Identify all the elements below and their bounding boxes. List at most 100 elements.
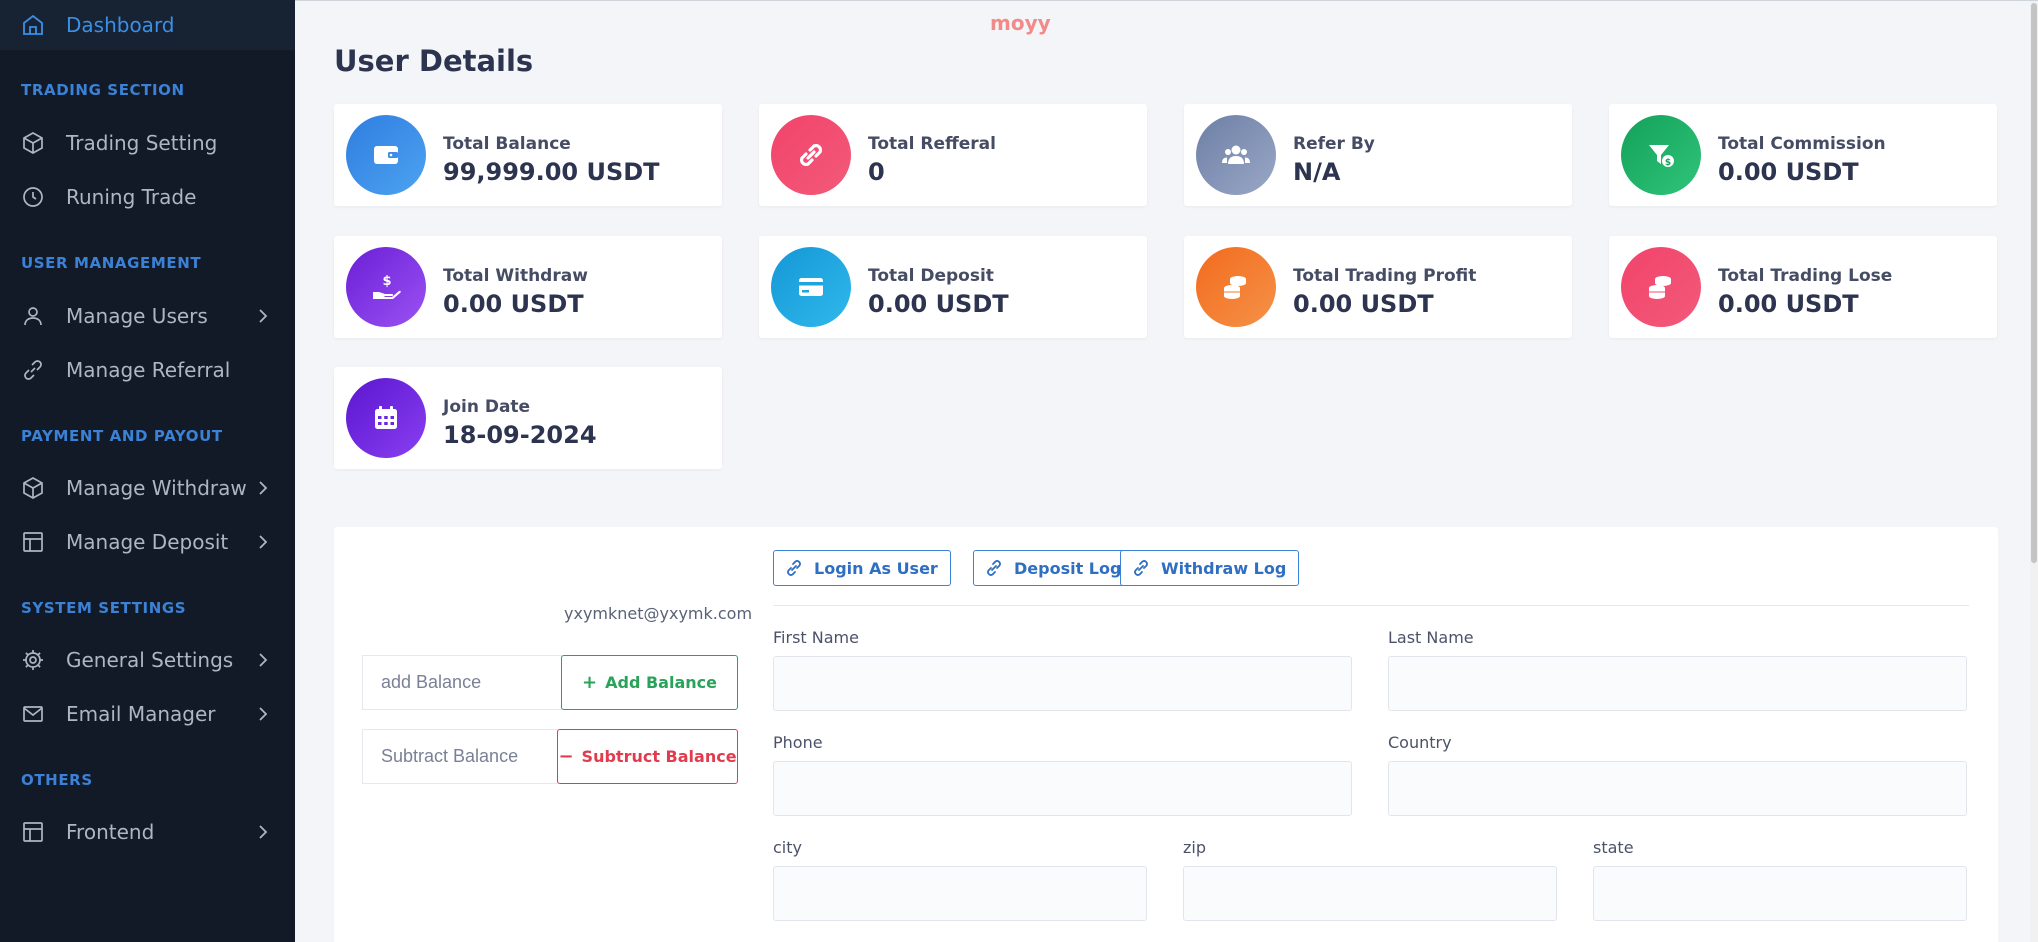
- stat-value: 0.00 USDT: [1718, 290, 1859, 318]
- sidebar-item-label: Manage Users: [66, 304, 208, 328]
- stat-value: 0.00 USDT: [443, 290, 584, 318]
- chevron-right-icon: [259, 825, 268, 839]
- sidebar-item-label: Manage Withdraw: [66, 476, 247, 500]
- minus-icon: −: [558, 746, 574, 767]
- state-field[interactable]: [1593, 866, 1967, 921]
- sidebar-item-runing-trade[interactable]: Runing Trade: [0, 172, 295, 222]
- sidebar-item-label: Dashboard: [66, 13, 175, 37]
- last-name-field[interactable]: [1388, 656, 1967, 711]
- stat-value: 99,999.00 USDT: [443, 158, 660, 186]
- subtract-balance-label: Subtruct Balance: [581, 747, 737, 766]
- link-icon: [787, 560, 801, 576]
- stat-label: Total Refferal: [868, 134, 996, 154]
- link-icon: [771, 115, 851, 195]
- user-email: yxymknet@yxymk.com: [564, 604, 753, 623]
- stat-card-total-withdraw: $ Total Withdraw 0.00 USDT: [334, 236, 722, 338]
- section-title-trading: TRADING SECTION: [21, 81, 185, 99]
- gear-icon: [20, 647, 46, 673]
- box-icon: [20, 475, 46, 501]
- section-title-others: OTHERS: [21, 771, 93, 789]
- sidebar-item-label: General Settings: [66, 648, 234, 672]
- sidebar-item-frontend[interactable]: Frontend: [0, 807, 295, 857]
- user-detail-panel: yxymknet@yxymk.com add Balance + Add Bal…: [334, 527, 1998, 942]
- zip-field[interactable]: [1183, 866, 1557, 921]
- stat-label: Total Withdraw: [443, 266, 588, 286]
- login-as-user-button[interactable]: Login As User: [773, 550, 951, 586]
- sidebar-item-label: Manage Referral: [66, 358, 231, 382]
- section-title-users: USER MANAGEMENT: [21, 254, 202, 272]
- filter-dollar-icon: $: [1621, 115, 1701, 195]
- sidebar-item-manage-referral[interactable]: Manage Referral: [0, 345, 295, 395]
- chevron-right-icon: [259, 535, 268, 549]
- phone-label: Phone: [773, 733, 823, 752]
- credit-card-icon: [771, 247, 851, 327]
- zip-label: zip: [1183, 838, 1206, 857]
- stat-card-total-deposit: Total Deposit 0.00 USDT: [759, 236, 1147, 338]
- first-name-label: First Name: [773, 628, 859, 647]
- withdraw-log-button[interactable]: Withdraw Log: [1120, 550, 1300, 586]
- add-balance-button[interactable]: + Add Balance: [561, 655, 738, 710]
- chevron-right-icon: [259, 481, 268, 495]
- stat-label: Refer By: [1293, 134, 1375, 154]
- stat-card-total-balance: Total Balance 99,999.00 USDT: [334, 104, 722, 206]
- first-name-field[interactable]: [773, 656, 1352, 711]
- section-title-payment: PAYMENT AND PAYOUT: [21, 427, 223, 445]
- user-icon: [20, 303, 46, 329]
- coins-icon: [1621, 247, 1701, 327]
- page-scrollbar[interactable]: [2030, 1, 2038, 942]
- city-label: city: [773, 838, 802, 857]
- divider: [773, 605, 1969, 606]
- deposit-log-label: Deposit Log: [1014, 558, 1122, 578]
- stat-label: Total Trading Profit: [1293, 266, 1477, 286]
- sidebar-item-label: Runing Trade: [66, 185, 197, 209]
- chevron-right-icon: [259, 309, 268, 323]
- stat-value: 18-09-2024: [443, 421, 597, 449]
- subtract-balance-button[interactable]: − Subtruct Balance: [557, 729, 738, 784]
- sidebar-item-manage-deposit[interactable]: Manage Deposit: [0, 517, 295, 567]
- sidebar-item-trading-setting[interactable]: Trading Setting: [0, 118, 295, 168]
- sidebar-item-dashboard[interactable]: Dashboard: [0, 0, 295, 50]
- scrollbar-thumb[interactable]: [2031, 3, 2037, 563]
- wallet-icon: [346, 115, 426, 195]
- sidebar-item-manage-withdraw[interactable]: Manage Withdraw: [0, 463, 295, 513]
- sidebar-item-manage-users[interactable]: Manage Users: [0, 291, 295, 341]
- country-field[interactable]: [1388, 761, 1967, 816]
- plus-icon: +: [582, 672, 598, 693]
- main-content: moyy User Details Total Balance 99,999.0…: [295, 0, 2038, 942]
- stat-value: 0: [868, 158, 885, 186]
- clock-icon: [20, 184, 46, 210]
- sidebar-item-general-settings[interactable]: General Settings: [0, 635, 295, 685]
- stat-label: Total Balance: [443, 134, 571, 154]
- stat-card-total-trading-profit: Total Trading Profit 0.00 USDT: [1184, 236, 1572, 338]
- mail-icon: [20, 701, 46, 727]
- sidebar-item-label: Trading Setting: [66, 131, 218, 155]
- city-field[interactable]: [773, 866, 1147, 921]
- watermark: moyy: [990, 11, 1051, 35]
- stat-value: 0.00 USDT: [868, 290, 1009, 318]
- withdraw-log-label: Withdraw Log: [1161, 558, 1287, 578]
- sidebar-item-label: Frontend: [66, 820, 155, 844]
- coins-icon: [1196, 247, 1276, 327]
- link-icon: [987, 560, 1001, 576]
- stat-card-join-date: Join Date 18-09-2024: [334, 367, 722, 469]
- users-icon: [1196, 115, 1276, 195]
- add-balance-input[interactable]: add Balance: [362, 655, 562, 710]
- sidebar-item-label: Manage Deposit: [66, 530, 229, 554]
- link-icon: [20, 357, 46, 383]
- svg-text:$: $: [1665, 158, 1671, 168]
- deposit-log-button[interactable]: Deposit Log: [973, 550, 1135, 586]
- link-icon: [1134, 560, 1148, 576]
- sidebar-item-email-manager[interactable]: Email Manager: [0, 689, 295, 739]
- layout-icon: [20, 819, 46, 845]
- layout-icon: [20, 529, 46, 555]
- phone-field[interactable]: [773, 761, 1352, 816]
- stat-label: Total Deposit: [868, 266, 994, 286]
- sidebar-item-label: Email Manager: [66, 702, 216, 726]
- box-icon: [20, 130, 46, 156]
- state-label: state: [1593, 838, 1634, 857]
- page-title: User Details: [334, 44, 534, 78]
- chevron-right-icon: [259, 707, 268, 721]
- hand-dollar-icon: $: [346, 247, 426, 327]
- login-as-user-label: Login As User: [814, 558, 938, 578]
- subtract-balance-input[interactable]: Subtract Balance: [362, 729, 558, 784]
